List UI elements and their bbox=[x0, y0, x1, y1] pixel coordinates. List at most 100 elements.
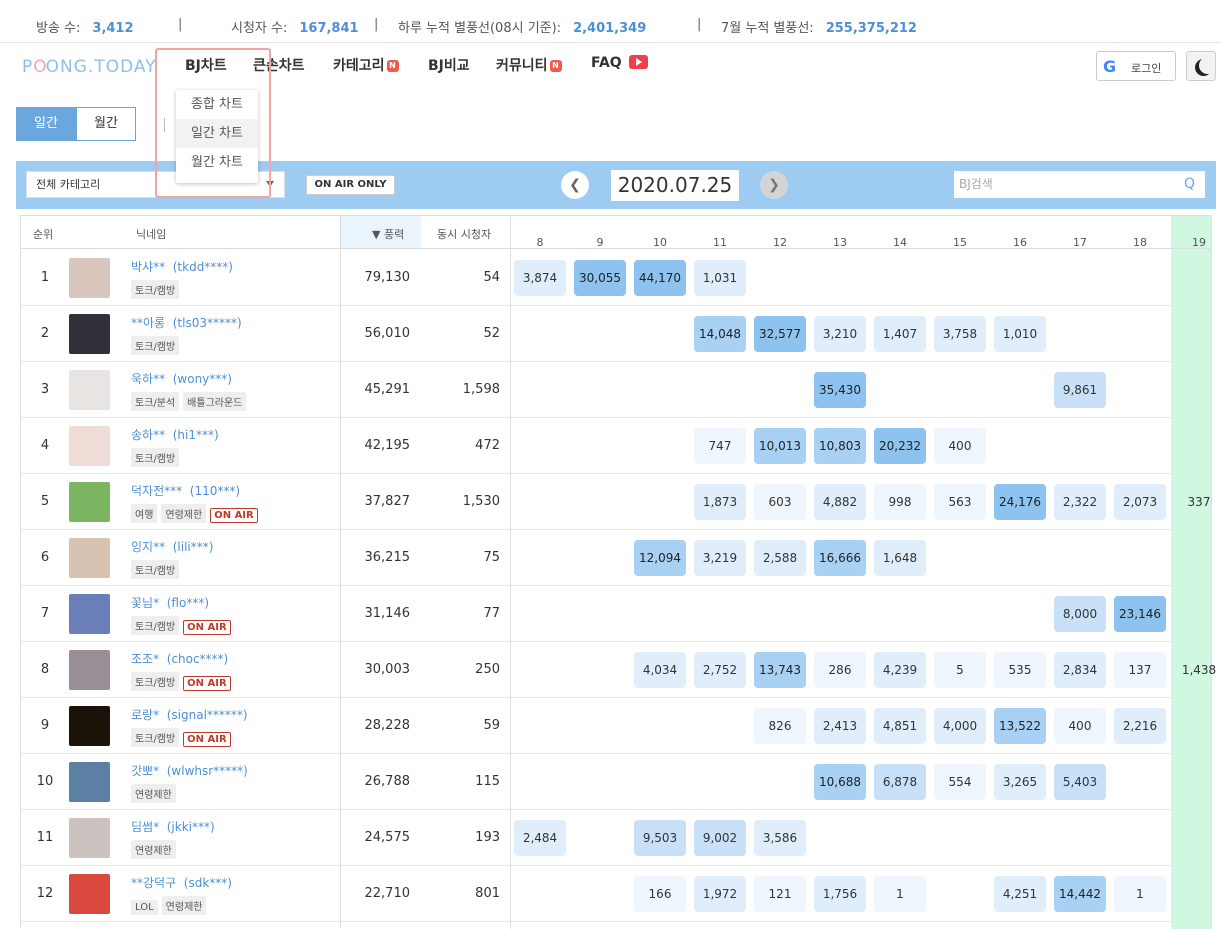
hourly-balloon-cell: 2,073 bbox=[1114, 484, 1166, 520]
hourly-balloon-cell: 1,407 bbox=[874, 316, 926, 352]
hourly-balloon-cell: 35,430 bbox=[814, 372, 866, 408]
avatar[interactable] bbox=[69, 370, 110, 410]
hourly-balloon-cell: 1,873 bbox=[694, 484, 746, 520]
dark-mode-toggle[interactable] bbox=[1186, 51, 1216, 81]
category-tag[interactable]: 토크/캠방 bbox=[131, 616, 180, 635]
bj-nickname[interactable]: 송하** (hi1***) bbox=[131, 426, 219, 443]
site-logo[interactable]: POONG.TODAY bbox=[22, 57, 157, 77]
bj-nickname[interactable]: 덕자전*** (110***) bbox=[131, 482, 240, 499]
category-tag[interactable]: 연령제한 bbox=[161, 896, 207, 915]
bj-nickname[interactable]: 욱하** (wony***) bbox=[131, 370, 232, 387]
tag-list: LOL 연령제한 bbox=[131, 895, 210, 915]
hourly-balloon-cell: 1,438 bbox=[1181, 663, 1217, 677]
next-date-button[interactable]: ❯ bbox=[760, 171, 788, 199]
on-air-badge[interactable]: ON AIR bbox=[183, 620, 231, 635]
table-row[interactable]: 4 송하** (hi1***) 토크/캠방 42,195 472 747 10,013 10,… bbox=[20, 418, 1211, 474]
table-row[interactable]: 6 잉지** (lili***) 토크/캠방 36,215 75 12,094 3,219 2… bbox=[20, 530, 1211, 586]
menu-community[interactable]: 커뮤니티 N bbox=[496, 55, 562, 75]
bj-nickname[interactable]: 박샤** (tkdd****) bbox=[131, 258, 233, 275]
period-daily-button[interactable]: 일간 bbox=[16, 107, 76, 141]
table-row[interactable]: 3 욱하** (wony***) 토크/분석 배틀그라운드 45,291 1,598 35,… bbox=[20, 362, 1211, 418]
dropdown-item-monthly[interactable]: 월간 차트 bbox=[176, 148, 258, 177]
table-row[interactable]: 9 로랑* (signal******) 토크/캠방 ON AIR 28,228 59 82… bbox=[20, 698, 1211, 754]
menu-category[interactable]: 카테고리 N bbox=[333, 55, 399, 75]
stat-separator: | bbox=[697, 17, 702, 32]
menu-bj-chart[interactable]: BJ차트 bbox=[185, 55, 227, 75]
header-power[interactable]: ▼ 풍력 bbox=[372, 226, 404, 242]
table-row[interactable]: 7 꽃님* (flo***) 토크/캠방 ON AIR 31,146 77 8,000 23,… bbox=[20, 586, 1211, 642]
on-air-badge[interactable]: ON AIR bbox=[183, 676, 231, 691]
menu-bj-compare[interactable]: BJ비교 bbox=[428, 55, 470, 75]
table-row[interactable]: 1 박샤** (tkdd****) 토크/캠방 79,130 54 3,874 30,055… bbox=[20, 250, 1211, 306]
avatar[interactable] bbox=[69, 818, 110, 858]
period-monthly-button[interactable]: 월간 bbox=[76, 107, 136, 141]
avatar[interactable] bbox=[69, 874, 110, 914]
bj-search-input[interactable]: BJ검색 Q bbox=[954, 171, 1205, 198]
bj-nickname[interactable]: 갓뽀* (wlwhsr*****) bbox=[131, 762, 248, 779]
avatar[interactable] bbox=[69, 482, 110, 522]
category-tag[interactable]: 토크/캠방 bbox=[131, 280, 180, 299]
table-row[interactable]: 8 조조* (choc****) 토크/캠방 ON AIR 30,003 250 4,034… bbox=[20, 642, 1216, 698]
category-tag[interactable]: 토크/캠방 bbox=[131, 672, 180, 691]
hourly-balloon-cell: 137 bbox=[1114, 652, 1166, 688]
header-hour-19: 19 bbox=[1192, 236, 1206, 249]
category-tag[interactable]: 토크/캠방 bbox=[131, 728, 180, 747]
dropdown-item-overall[interactable]: 종합 차트 bbox=[176, 90, 258, 119]
bj-nickname[interactable]: 잉지** (lili***) bbox=[131, 538, 213, 555]
avatar[interactable] bbox=[69, 258, 110, 298]
category-tag[interactable]: 토크/분석 bbox=[131, 392, 180, 411]
table-row[interactable]: 5 덕자전*** (110***) 여행 연령제한 ON AIR 37,827 1,530 1… bbox=[20, 474, 1211, 530]
viewer-count: 250 bbox=[475, 662, 500, 677]
category-tag[interactable]: 연령제한 bbox=[161, 504, 207, 523]
stat-monthly-balloons: 7월 누적 별풍선: 255,375,212 bbox=[721, 21, 917, 36]
tag-list: 토크/캠방 bbox=[131, 335, 183, 355]
avatar[interactable] bbox=[69, 762, 110, 802]
bj-nickname[interactable]: **강덕구 (sdk***) bbox=[131, 874, 232, 891]
bj-nickname[interactable]: 꽃님* (flo***) bbox=[131, 594, 209, 611]
category-tag[interactable]: LOL bbox=[131, 900, 158, 915]
google-login-button[interactable]: G 로그인 bbox=[1096, 51, 1176, 81]
bj-nickname[interactable]: 딤썸* (jkki***) bbox=[131, 818, 215, 835]
category-tag[interactable]: 연령제한 bbox=[131, 840, 176, 859]
avatar[interactable] bbox=[69, 314, 110, 354]
rank-number: 9 bbox=[40, 718, 50, 733]
category-tag[interactable]: 여행 bbox=[131, 504, 158, 523]
hourly-balloon-cell: 121 bbox=[754, 876, 806, 912]
table-row[interactable]: 11 딤썸* (jkki***) 연령제한 24,575 193 2,484 9,503 9,… bbox=[20, 810, 1211, 866]
header-viewers[interactable]: 동시 시청자 bbox=[437, 226, 491, 242]
on-air-badge[interactable]: ON AIR bbox=[210, 508, 258, 523]
bj-nickname[interactable]: 로랑* (signal******) bbox=[131, 706, 248, 723]
search-icon[interactable]: Q bbox=[1184, 171, 1195, 198]
menu-big-chart[interactable]: 큰손차트 bbox=[253, 55, 305, 75]
table-row[interactable]: 12 **강덕구 (sdk***) LOL 연령제한 22,710 801 166 1,972… bbox=[20, 866, 1211, 922]
avatar[interactable] bbox=[69, 650, 110, 690]
hourly-balloon-cell: 400 bbox=[1054, 708, 1106, 744]
prev-date-button[interactable]: ❮ bbox=[561, 171, 589, 199]
table-row[interactable]: 10 갓뽀* (wlwhsr*****) 연령제한 26,788 115 10,688 6,… bbox=[20, 754, 1211, 810]
hourly-balloon-cell: 5,403 bbox=[1054, 764, 1106, 800]
on-air-badge[interactable]: ON AIR bbox=[183, 732, 231, 747]
table-row[interactable]: 2 **아롱 (tls03*****) 토크/캠방 56,010 52 14,048 32,… bbox=[20, 306, 1211, 362]
youtube-icon[interactable] bbox=[628, 55, 648, 69]
dropdown-item-daily[interactable]: 일간 차트 bbox=[176, 119, 258, 148]
category-tag[interactable]: 토크/캠방 bbox=[131, 448, 180, 467]
bj-nickname[interactable]: 조조* (choc****) bbox=[131, 650, 228, 667]
menu-faq[interactable]: FAQ bbox=[591, 55, 648, 71]
on-air-only-button[interactable]: ON AIR ONLY bbox=[306, 175, 395, 195]
hourly-balloon-cell: 166 bbox=[634, 876, 686, 912]
category-tag[interactable]: 토크/캠방 bbox=[131, 336, 180, 355]
tag-list: 토크/캠방 bbox=[131, 559, 183, 579]
category-tag[interactable]: 연령제한 bbox=[131, 784, 176, 803]
category-tag[interactable]: 배틀그라운드 bbox=[183, 392, 247, 411]
hourly-balloon-cell: 2,413 bbox=[814, 708, 866, 744]
avatar[interactable] bbox=[69, 538, 110, 578]
bj-nickname[interactable]: **아롱 (tls03*****) bbox=[131, 314, 242, 331]
avatar[interactable] bbox=[69, 594, 110, 634]
hourly-balloon-cell: 400 bbox=[934, 428, 986, 464]
hourly-balloon-cell: 9,503 bbox=[634, 820, 686, 856]
avatar[interactable] bbox=[69, 706, 110, 746]
category-tag[interactable]: 토크/캠방 bbox=[131, 560, 180, 579]
viewer-count: 59 bbox=[483, 718, 500, 733]
date-display[interactable]: 2020.07.25 bbox=[611, 170, 739, 201]
avatar[interactable] bbox=[69, 426, 110, 466]
